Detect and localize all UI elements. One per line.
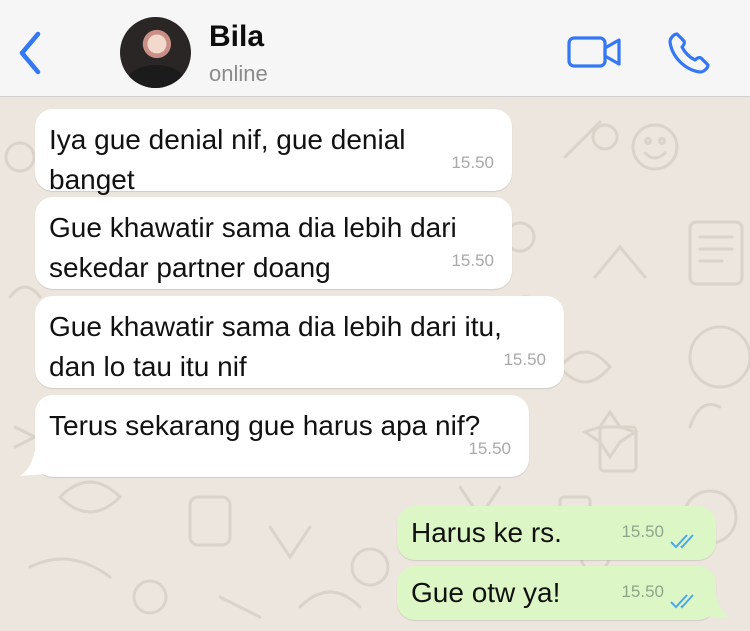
message-time: 15.50 [621,582,664,601]
contact-name[interactable]: Bila [209,20,264,54]
message-bubble-incoming[interactable]: Gue khawatir sama dia lebih dari itu, da… [35,296,564,388]
double-check-icon [670,534,694,549]
video-call-icon[interactable] [566,33,622,71]
avatar[interactable] [120,17,191,88]
back-chevron-icon[interactable] [14,30,46,76]
message-bubble-outgoing[interactable]: Harus ke rs. 15.50 [397,506,716,560]
bubble-tail-outgoing [704,594,730,618]
message-time: 15.50 [451,153,494,172]
message-text: Gue khawatir sama dia lebih dari itu, [49,311,502,342]
phone-call-icon[interactable] [666,30,712,76]
message-bubble-outgoing[interactable]: Gue otw ya! 15.50 [397,566,716,620]
message-time: 15.50 [621,522,664,541]
double-check-icon [670,594,694,609]
message-text: sekedar partner doang [49,252,331,283]
message-text: Terus sekarang gue harus apa nif? [49,410,481,441]
message-time: 15.50 [468,439,511,458]
message-text: Iya gue denial nif, gue denial banget [49,124,406,195]
message-text: Gue khawatir sama dia lebih dari [49,212,457,243]
contact-status: online [209,61,268,86]
chat-header: Bila online [0,0,750,97]
message-time: 15.50 [503,350,546,369]
message-bubble-incoming[interactable]: Gue khawatir sama dia lebih dari sekedar… [35,197,512,289]
message-time: 15.50 [451,251,494,270]
message-text: dan lo tau itu nif [49,351,247,382]
message-bubble-incoming[interactable]: Terus sekarang gue harus apa nif? 15.50 [35,395,529,477]
message-bubble-incoming[interactable]: Iya gue denial nif, gue denial banget 15… [35,109,512,195]
bubble-tail-incoming [20,452,46,476]
message-list[interactable]: Iya gue denial nif, gue denial banget 15… [0,97,750,631]
